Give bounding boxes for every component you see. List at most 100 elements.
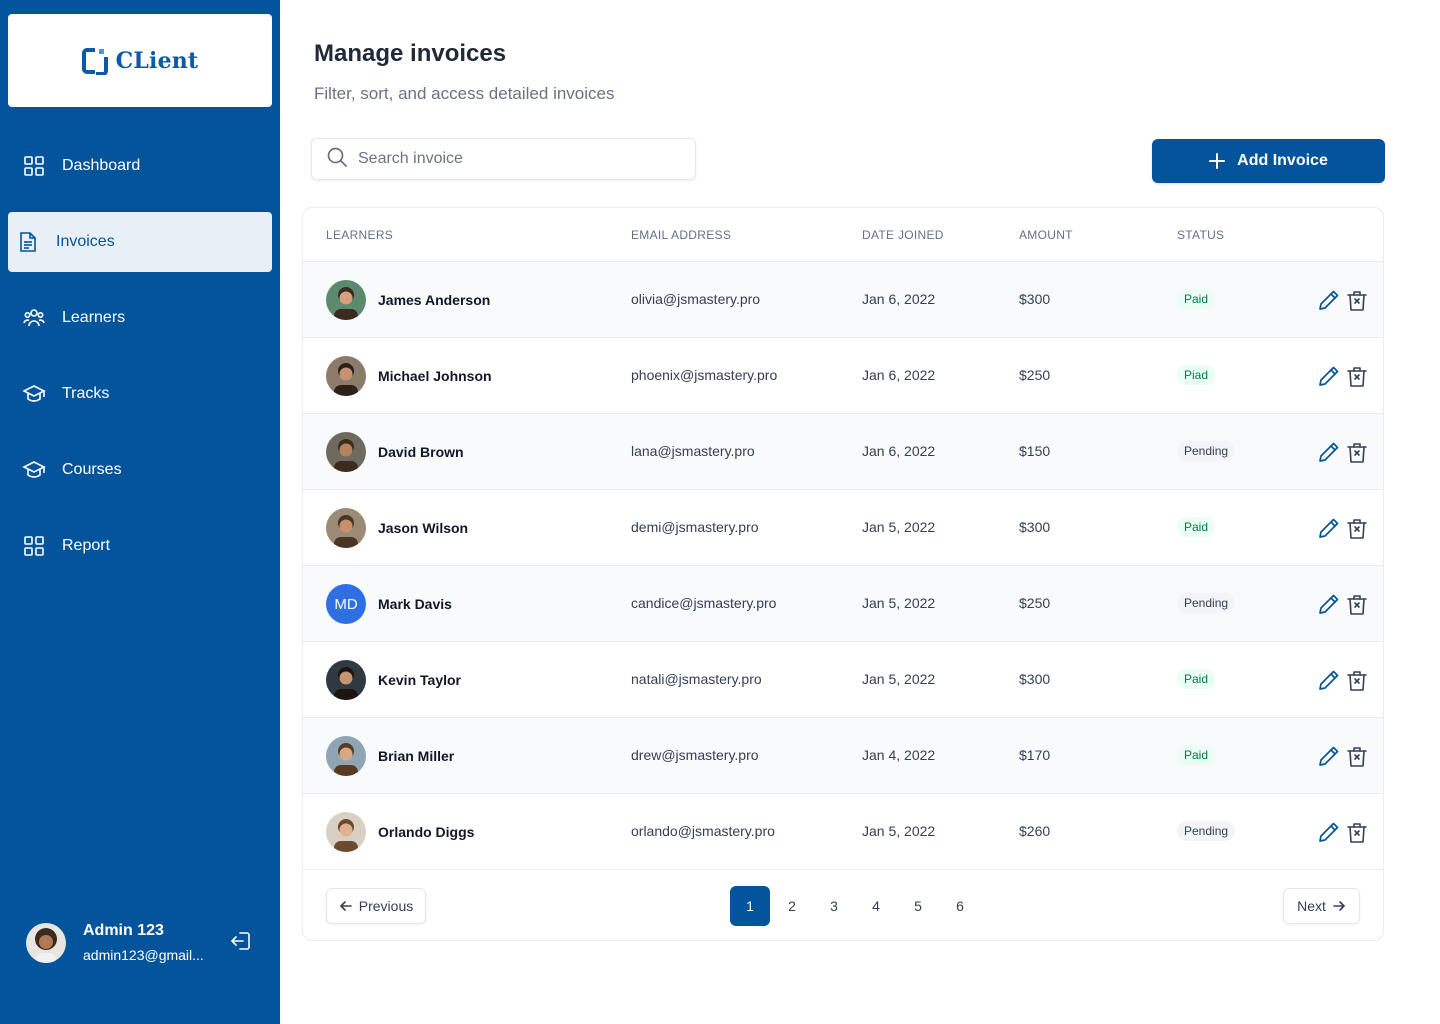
column-header-email[interactable]: EMAIL ADDRESS [631, 228, 731, 242]
document-icon [16, 230, 40, 254]
amount-cell: $150 [1019, 443, 1051, 459]
pagination: Previous 1 2 3 4 5 6 Next [303, 870, 1383, 940]
table-row[interactable]: David Brown lana@jsmastery.pro Jan 6, 20… [303, 414, 1383, 490]
learner-name[interactable]: Michael Johnson [378, 368, 492, 384]
amount-cell: $260 [1019, 823, 1051, 839]
status-badge: Piad [1177, 365, 1216, 385]
table-row[interactable]: Orlando Diggs orlando@jsmastery.pro Jan … [303, 794, 1383, 870]
previous-page-button[interactable]: Previous [326, 888, 426, 924]
sidebar-item-dashboard[interactable]: Dashboard [0, 136, 280, 196]
page-2-button[interactable]: 2 [772, 886, 812, 926]
status-badge: Paid [1177, 289, 1216, 309]
graduation-cap-icon [22, 458, 46, 482]
amount-cell: $250 [1019, 595, 1051, 611]
grid-icon [22, 154, 46, 178]
edit-icon[interactable] [1317, 668, 1341, 692]
column-header-learners[interactable]: LEARNERS [326, 228, 393, 242]
edit-icon[interactable] [1317, 820, 1341, 844]
table-row[interactable]: Jason Wilson demi@jsmastery.pro Jan 5, 2… [303, 490, 1383, 566]
brand-logo[interactable]: CLient [8, 14, 272, 107]
avatar [26, 923, 66, 963]
column-header-date[interactable]: DATE JOINED [862, 228, 944, 242]
table-row[interactable]: Brian Miller drew@jsmastery.pro Jan 4, 2… [303, 718, 1383, 794]
edit-icon[interactable] [1317, 592, 1341, 616]
avatar [326, 660, 366, 700]
page-1-button[interactable]: 1 [730, 886, 770, 926]
status-badge: Paid [1177, 669, 1216, 689]
edit-icon[interactable] [1317, 440, 1341, 464]
edit-icon[interactable] [1317, 364, 1341, 388]
date-cell: Jan 5, 2022 [862, 671, 936, 687]
learner-name[interactable]: Jason Wilson [378, 520, 468, 536]
user-name: Admin 123 [83, 922, 164, 939]
trash-icon[interactable] [1346, 669, 1368, 693]
table-row[interactable]: James Anderson olivia@jsmastery.pro Jan … [303, 262, 1383, 338]
trash-icon[interactable] [1346, 441, 1368, 465]
add-invoice-label: Add Invoice [1237, 152, 1328, 169]
sidebar-item-tracks[interactable]: Tracks [0, 364, 280, 424]
email-cell: phoenix@jsmastery.pro [631, 367, 778, 383]
search-box [311, 138, 696, 180]
status-badge: Paid [1177, 745, 1216, 765]
search-icon [326, 146, 348, 173]
trash-icon[interactable] [1346, 593, 1368, 617]
brand-name: CLient [115, 47, 199, 74]
graduation-cap-icon [22, 382, 46, 406]
page-4-button[interactable]: 4 [856, 886, 896, 926]
amount-cell: $170 [1019, 747, 1051, 763]
avatar: MD [326, 584, 366, 624]
learner-name[interactable]: Brian Miller [378, 748, 454, 764]
avatar [326, 280, 366, 320]
learner-name[interactable]: James Anderson [378, 292, 490, 308]
next-label: Next [1297, 898, 1326, 914]
email-cell: drew@jsmastery.pro [631, 747, 759, 763]
sidebar-item-invoices[interactable]: Invoices [8, 212, 272, 272]
sidebar-item-learners[interactable]: Learners [0, 288, 280, 348]
trash-icon[interactable] [1346, 517, 1368, 541]
edit-icon[interactable] [1317, 288, 1341, 312]
learner-name[interactable]: David Brown [378, 444, 464, 460]
table-row[interactable]: Michael Johnson phoenix@jsmastery.pro Ja… [303, 338, 1383, 414]
trash-icon[interactable] [1346, 745, 1368, 769]
page-title: Manage invoices [314, 40, 507, 67]
next-page-button[interactable]: Next [1283, 888, 1360, 924]
table-row[interactable]: Kevin Taylor natali@jsmastery.pro Jan 5,… [303, 642, 1383, 718]
table-row[interactable]: MD Mark Davis candice@jsmastery.pro Jan … [303, 566, 1383, 642]
date-cell: Jan 6, 2022 [862, 291, 936, 307]
email-cell: candice@jsmastery.pro [631, 595, 777, 611]
status-badge: Pending [1177, 821, 1236, 841]
learner-name[interactable]: Orlando Diggs [378, 824, 474, 840]
avatar [326, 736, 366, 776]
learner-name[interactable]: Mark Davis [378, 596, 452, 612]
avatar [326, 812, 366, 852]
page-5-button[interactable]: 5 [898, 886, 938, 926]
page-3-button[interactable]: 3 [814, 886, 854, 926]
page-subtitle: Filter, sort, and access detailed invoic… [314, 84, 615, 103]
trash-icon[interactable] [1346, 289, 1368, 313]
sidebar-item-label: Learners [62, 309, 126, 326]
sidebar-nav: Dashboard Invoices Learners Tracks Cours… [0, 136, 280, 592]
sidebar-item-courses[interactable]: Courses [0, 440, 280, 500]
sidebar-item-report[interactable]: Report [0, 516, 280, 576]
add-invoice-button[interactable]: Add Invoice [1152, 139, 1385, 183]
column-header-amount[interactable]: AMOUNT [1019, 228, 1073, 242]
invoices-table: LEARNERS EMAIL ADDRESS DATE JOINED AMOUN… [302, 207, 1384, 941]
status-badge: Paid [1177, 517, 1216, 537]
amount-cell: $300 [1019, 291, 1051, 307]
column-header-status[interactable]: STATUS [1177, 228, 1224, 242]
page-6-button[interactable]: 6 [940, 886, 980, 926]
edit-icon[interactable] [1317, 744, 1341, 768]
email-cell: natali@jsmastery.pro [631, 671, 762, 687]
trash-icon[interactable] [1346, 365, 1368, 389]
logout-icon[interactable] [230, 929, 254, 953]
date-cell: Jan 4, 2022 [862, 747, 936, 763]
email-cell: orlando@jsmastery.pro [631, 823, 775, 839]
edit-icon[interactable] [1317, 516, 1341, 540]
trash-icon[interactable] [1346, 821, 1368, 845]
arrow-right-icon [1333, 901, 1345, 911]
sidebar-item-label: Report [62, 537, 111, 554]
learner-name[interactable]: Kevin Taylor [378, 672, 461, 688]
sidebar-item-label: Tracks [62, 385, 110, 402]
sidebar-item-label: Invoices [56, 233, 115, 250]
search-input[interactable] [358, 150, 678, 168]
